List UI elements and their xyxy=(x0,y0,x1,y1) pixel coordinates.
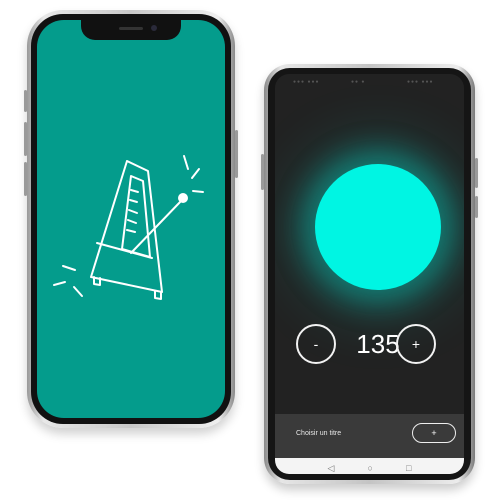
side-button-lower xyxy=(475,196,478,218)
mute-switch xyxy=(24,90,27,112)
add-button[interactable]: + xyxy=(412,423,456,443)
volume-up-button xyxy=(24,122,27,156)
navigation-bar: ◁ ○ □ xyxy=(275,458,464,474)
status-bar: ●●● ●●● ●● ● ●●● ●●● xyxy=(275,74,464,88)
phone-right: ●●● ●●● ●● ● ●●● ●●● - 135 + Choisir un … xyxy=(261,64,478,484)
metronome-icon xyxy=(53,155,204,300)
status-left-icons: ●●● ●●● xyxy=(293,79,320,85)
tempo-pulse-circle[interactable] xyxy=(315,164,441,290)
bottom-panel: Choisir un titre + xyxy=(275,414,464,458)
increase-tempo-button[interactable]: + xyxy=(396,324,436,364)
phone-left xyxy=(24,10,238,428)
add-label: + xyxy=(431,428,437,438)
volume-button xyxy=(261,154,264,190)
back-icon[interactable]: ◁ xyxy=(328,463,335,474)
status-right-icons: ●●● ●●● xyxy=(407,79,434,85)
status-center-icons: ●● ● xyxy=(351,79,366,85)
decrease-tempo-button[interactable]: - xyxy=(296,324,336,364)
side-button-upper xyxy=(475,158,478,188)
metronome-screen: ●●● ●●● ●● ● ●●● ●●● - 135 + Choisir un … xyxy=(275,74,464,474)
splash-screen xyxy=(37,20,225,418)
recents-icon[interactable]: □ xyxy=(406,463,411,473)
title-field[interactable]: Choisir un titre xyxy=(296,430,341,437)
power-button xyxy=(235,130,238,178)
home-icon[interactable]: ○ xyxy=(368,463,373,473)
increase-label: + xyxy=(411,336,421,352)
decrease-label: - xyxy=(313,336,319,352)
volume-down-button xyxy=(24,162,27,196)
